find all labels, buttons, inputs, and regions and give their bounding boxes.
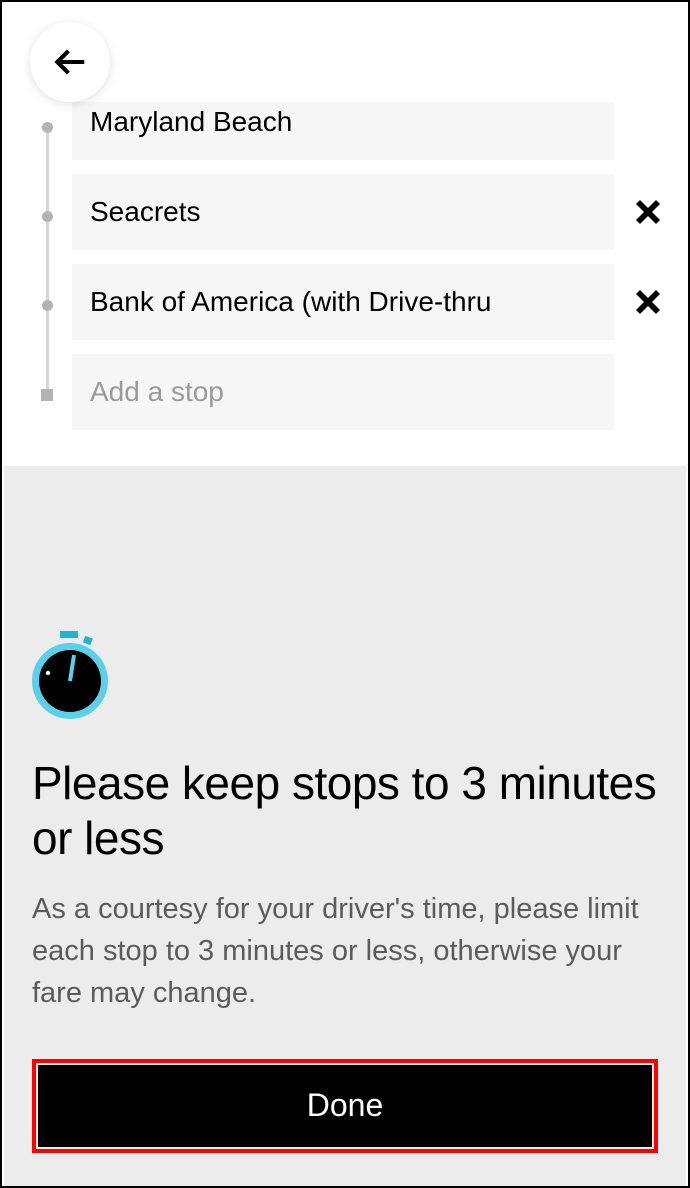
add-stop-row: Add a stop	[72, 354, 668, 430]
info-subtext: As a courtesy for your driver's time, pl…	[32, 888, 658, 1014]
remove-stop-button[interactable]	[628, 282, 668, 322]
remove-stop-button[interactable]	[628, 192, 668, 232]
info-panel: Please keep stops to 3 minutes or less A…	[4, 466, 686, 1186]
stop-row: Seacrets	[72, 174, 668, 250]
stop-row: Bank of America (with Drive-thru	[72, 264, 668, 340]
arrow-left-icon	[51, 43, 89, 81]
stopwatch-icon	[32, 631, 110, 721]
back-button[interactable]	[30, 22, 110, 102]
timeline-dot	[42, 122, 53, 133]
route-timeline	[22, 84, 72, 430]
stop-input[interactable]: Bank of America (with Drive-thru	[72, 264, 614, 340]
done-button-highlight: Done	[32, 1059, 658, 1153]
info-headline: Please keep stops to 3 minutes or less	[32, 756, 658, 866]
timeline-end-square	[41, 389, 53, 401]
close-icon	[633, 287, 663, 317]
add-stop-input[interactable]: Add a stop	[72, 354, 614, 430]
timeline-dot	[42, 300, 53, 311]
stop-input[interactable]: Seacrets	[72, 174, 614, 250]
done-button[interactable]: Done	[38, 1065, 652, 1147]
close-icon	[633, 197, 663, 227]
timeline-dot	[42, 211, 53, 222]
